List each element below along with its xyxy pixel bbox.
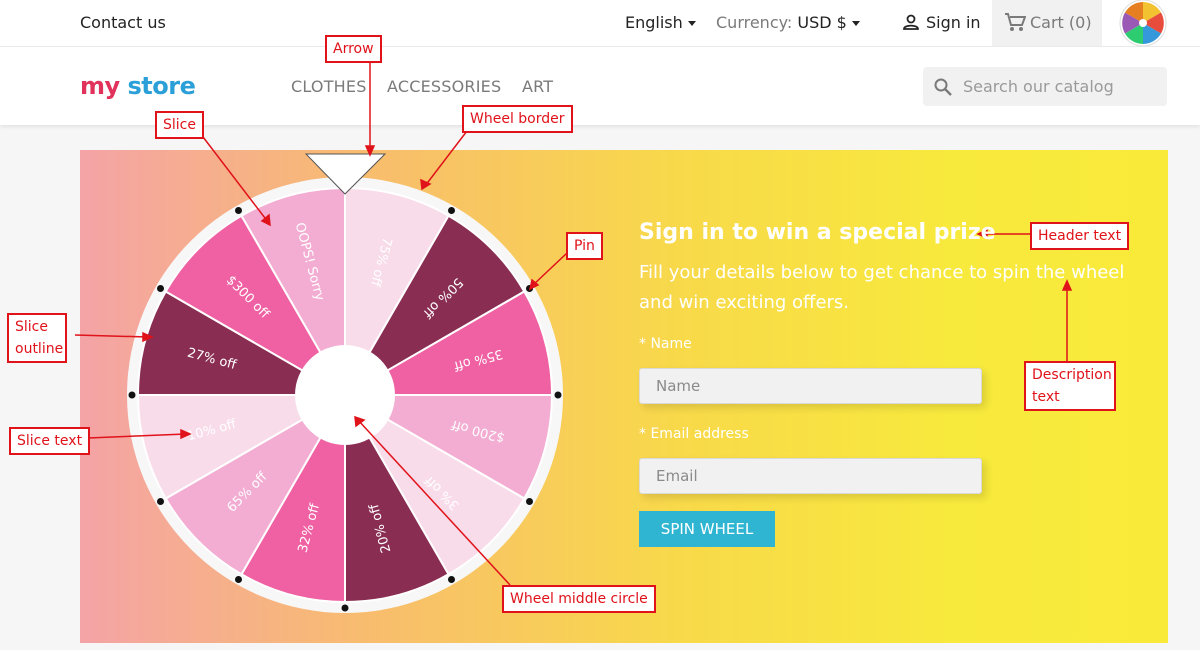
annotation-wheel-border: Wheel border xyxy=(462,105,573,133)
annotation-pin: Pin xyxy=(566,232,603,260)
wheel-pin xyxy=(157,498,164,505)
email-field[interactable]: Email xyxy=(639,458,982,494)
name-field[interactable]: Name xyxy=(639,368,982,404)
wheel-pin xyxy=(526,498,533,505)
annotation-slice: Slice xyxy=(155,111,204,139)
wheel-pin xyxy=(448,207,455,214)
annotation-description-text: Description text xyxy=(1024,361,1116,411)
name-label: * Name xyxy=(639,336,692,352)
annotation-description-line2: text xyxy=(1032,389,1060,405)
annotation-arrow: Arrow xyxy=(325,35,382,63)
annotation-header-text: Header text xyxy=(1030,222,1130,250)
annotation-slice-outline: Slice outline xyxy=(7,313,67,363)
email-label: * Email address xyxy=(639,426,749,442)
annotation-slice-outline-line2: outline xyxy=(15,341,64,357)
spin-wheel-button[interactable]: SPIN WHEEL xyxy=(639,511,775,547)
header-text: Sign in to win a special prize xyxy=(639,220,996,245)
wheel-pin xyxy=(128,391,136,399)
wheel-pin xyxy=(554,391,562,399)
wheel-pin xyxy=(235,576,242,583)
wheel-pin xyxy=(235,207,242,214)
wheel-middle-circle xyxy=(295,345,395,445)
wheel-pin xyxy=(157,285,164,292)
annotation-slice-outline-line1: Slice xyxy=(15,319,48,335)
email-placeholder: Email xyxy=(656,467,698,485)
spin-wheel: 75% off50% off35% off$200 off3% off20% o… xyxy=(74,63,1073,613)
annotation-wheel-middle-circle: Wheel middle circle xyxy=(502,585,656,613)
wheel-pin xyxy=(341,604,349,612)
description-text: Fill your details below to get chance to… xyxy=(639,262,1125,313)
annotation-slice-text: Slice text xyxy=(9,427,91,455)
wheel-pin xyxy=(448,576,455,583)
name-placeholder: Name xyxy=(656,377,701,395)
annotation-description-line1: Description xyxy=(1032,367,1112,383)
